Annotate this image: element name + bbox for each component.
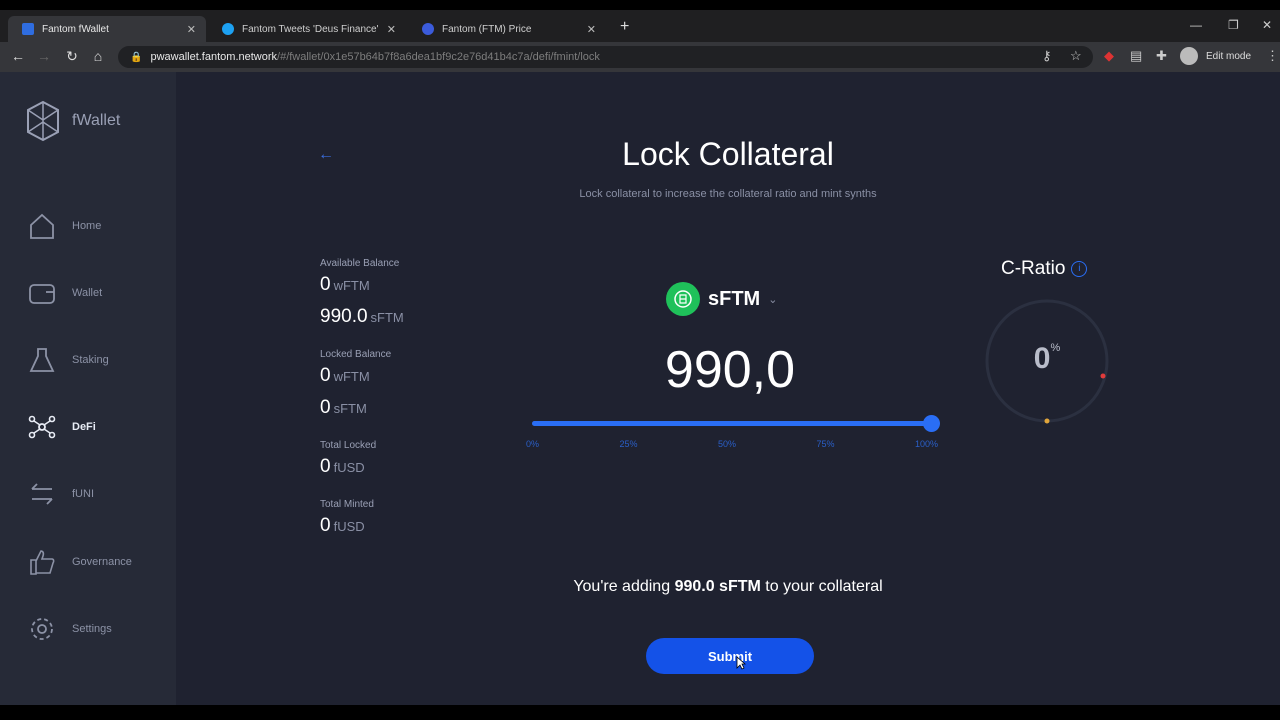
key-icon[interactable]: ⚷ — [1042, 48, 1052, 64]
home-browser-icon[interactable]: ⌂ — [90, 48, 106, 64]
sidebar-item-wallet[interactable]: Wallet — [26, 277, 102, 309]
forward-arrow-icon[interactable]: → — [36, 48, 52, 64]
slider-thumb[interactable] — [923, 415, 940, 432]
menu-dots-icon[interactable]: ⋮ — [1266, 48, 1279, 64]
browser-tab[interactable]: Fantom (FTM) Price ✕ — [408, 16, 606, 42]
puzzle-icon[interactable]: ✚ — [1156, 48, 1167, 64]
slider-mark[interactable]: 0% — [526, 439, 539, 449]
sidebar-item-label: Settings — [72, 623, 112, 635]
sftm-token-icon — [666, 282, 700, 316]
tab-title: Fantom fWallet — [42, 23, 109, 35]
close-tab-icon[interactable]: ✕ — [587, 23, 596, 36]
extension-icon[interactable]: ▤ — [1130, 48, 1142, 64]
submit-button[interactable]: Submit — [646, 638, 814, 674]
sidebar-item-label: Home — [72, 220, 102, 232]
slider-marks: 0% 25% 50% 75% 100% — [526, 439, 938, 449]
total-minted-label: Total Minted — [320, 499, 374, 510]
sidebar-item-label: DeFi — [72, 421, 96, 433]
page-title: Lock Collateral — [622, 136, 834, 172]
amount-input[interactable]: 990,0 — [530, 340, 930, 400]
url-host: pwawallet.fantom.network — [150, 51, 278, 63]
page-subtitle: Lock collateral to increase the collater… — [579, 188, 877, 200]
sidebar-item-defi[interactable]: DeFi — [26, 411, 96, 443]
chevron-down-icon: ⌄ — [768, 293, 778, 306]
home-icon — [26, 210, 58, 242]
tab-title: Fantom (FTM) Price — [442, 23, 532, 35]
slider-mark[interactable]: 100% — [915, 439, 938, 449]
gear-icon — [26, 613, 58, 645]
slider-mark[interactable]: 50% — [718, 439, 736, 449]
close-tab-icon[interactable]: ✕ — [187, 23, 196, 36]
site-favicon-icon — [422, 23, 434, 35]
browser-toolbar: ← → ↻ ⌂ 🔒 pwawallet.fantom.network /#/fw… — [0, 42, 1280, 72]
maximize-icon[interactable]: ❐ — [1228, 18, 1239, 32]
close-tab-icon[interactable]: ✕ — [387, 23, 396, 36]
profile-label: Edit mode — [1206, 50, 1252, 62]
info-icon[interactable]: i — [1071, 261, 1088, 277]
token-selector[interactable]: sFTM ⌄ — [666, 282, 777, 316]
tab-title: Fantom Tweets 'Deus Finance' — [242, 23, 379, 35]
brand-name: fWallet — [72, 112, 121, 129]
governance-icon — [26, 546, 58, 578]
sidebar-item-label: fUNI — [72, 488, 94, 500]
cratio-label: C-Ratio — [1001, 258, 1066, 279]
reload-icon[interactable]: ↻ — [64, 48, 80, 65]
available-balance-label: Available Balance — [320, 258, 400, 269]
slider-mark[interactable]: 75% — [816, 439, 834, 449]
avatar — [1180, 47, 1198, 65]
staking-icon — [26, 344, 58, 376]
available-sftm: 990.0 sFTM — [320, 306, 404, 327]
slider-mark[interactable]: 25% — [619, 439, 637, 449]
browser-tab[interactable]: Fantom Tweets 'Deus Finance' ✕ — [208, 16, 406, 42]
sidebar-item-settings[interactable]: Settings — [26, 613, 112, 645]
back-arrow-icon[interactable]: ← — [10, 48, 26, 64]
total-locked-label: Total Locked — [320, 440, 377, 451]
new-tab-icon[interactable]: + — [620, 18, 629, 36]
token-name: sFTM — [708, 287, 761, 310]
mouse-cursor-icon — [736, 656, 746, 670]
total-locked-value: 0 fUSD — [320, 456, 365, 477]
extension-icon[interactable]: ◆ — [1104, 48, 1114, 64]
swap-icon — [26, 478, 58, 510]
sidebar-item-label: Wallet — [72, 287, 103, 299]
available-wftm: 0 wFTM — [320, 274, 370, 295]
defi-icon — [26, 411, 58, 443]
minimize-icon[interactable]: — — [1190, 18, 1202, 32]
profile-button[interactable]: Edit mode — [1180, 47, 1251, 65]
star-icon[interactable]: ☆ — [1070, 48, 1082, 64]
cratio-heading: C-Ratio i — [1001, 258, 1088, 280]
main-content: ← Lock Collateral Lock collateral to inc… — [176, 72, 1280, 705]
total-minted-value: 0 fUSD — [320, 515, 365, 536]
sidebar-item-home[interactable]: Home — [26, 210, 101, 242]
sidebar-item-label: Staking — [72, 354, 109, 366]
cratio-value: 0% — [1033, 342, 1061, 375]
lock-icon: 🔒 — [130, 51, 143, 63]
amount-slider[interactable] — [532, 415, 940, 432]
sidebar-item-staking[interactable]: Staking — [26, 344, 109, 376]
fantom-favicon-icon — [22, 23, 34, 35]
locked-wftm: 0 wFTM — [320, 365, 370, 386]
close-window-icon[interactable]: ✕ — [1262, 18, 1272, 32]
sidebar-item-label: Governance — [72, 556, 132, 568]
twitter-favicon-icon — [222, 23, 234, 35]
slider-fill — [532, 421, 932, 426]
sidebar-item-governance[interactable]: Governance — [26, 546, 132, 578]
address-bar[interactable]: 🔒 pwawallet.fantom.network /#/fwallet/0x… — [118, 46, 1093, 68]
locked-sftm: 0 sFTM — [320, 397, 367, 418]
screen: Fantom fWallet ✕ Fantom Tweets 'Deus Fin… — [0, 10, 1280, 705]
wallet-icon — [26, 277, 58, 309]
brand-logo[interactable]: fWallet — [26, 100, 120, 142]
adding-summary: You're adding 990.0 sFTM to your collate… — [573, 578, 883, 595]
url-path: /#/fwallet/0x1e57b64b7f8a6dea1bf9c2e76d4… — [277, 51, 600, 63]
sidebar-item-funi[interactable]: fUNI — [26, 478, 94, 510]
fantom-logo-icon — [27, 100, 59, 142]
sidebar: fWallet Home Wallet Staking DeFi fUNI Go… — [0, 72, 176, 705]
browser-tab-bar: Fantom fWallet ✕ Fantom Tweets 'Deus Fin… — [0, 10, 1280, 42]
browser-tab-active[interactable]: Fantom fWallet ✕ — [8, 16, 206, 42]
locked-balance-label: Locked Balance — [320, 349, 392, 360]
